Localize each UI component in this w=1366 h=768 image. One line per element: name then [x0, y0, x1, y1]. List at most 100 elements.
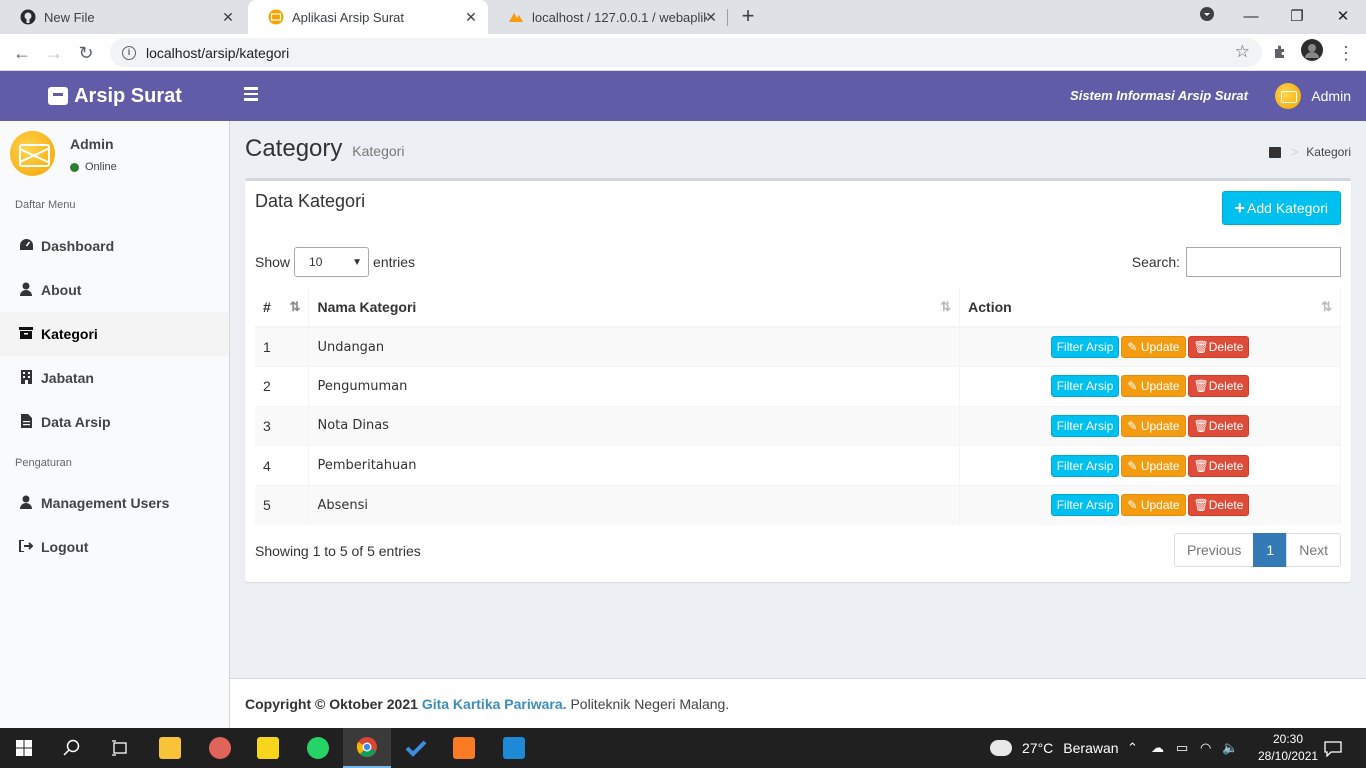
volume-icon[interactable]: 🔈	[1222, 728, 1238, 768]
delete-button[interactable]: 🗑Delete	[1187, 375, 1250, 398]
new-tab-button[interactable]: +	[737, 5, 759, 27]
page-length-select[interactable]: 10 ▼	[294, 247, 370, 277]
online-dot-icon	[70, 162, 79, 172]
content-header: Category Kategori	[245, 135, 404, 163]
sidebar-item-kategori[interactable]: Kategori	[0, 312, 229, 356]
archive-icon	[18, 326, 34, 342]
sidebar-toggle-icon[interactable]	[244, 87, 258, 105]
search-icon[interactable]	[48, 728, 96, 768]
delete-button[interactable]: 🗑Delete	[1187, 336, 1250, 359]
page-subtitle: Kategori	[352, 143, 405, 159]
user-panel: Admin Online	[10, 131, 220, 181]
column-header-name[interactable]: Nama Kategori ⇅	[308, 287, 961, 328]
url-field[interactable]: i localhost/arsip/kategori ☆	[110, 38, 1262, 67]
profile-avatar[interactable]	[1298, 39, 1326, 67]
table-row: 5 Absensi Filter Arsip ✎ Update 🗑Delete	[255, 484, 1341, 525]
onedrive-icon[interactable]: ☁	[1151, 728, 1164, 768]
forward-icon[interactable]: →	[40, 39, 68, 67]
chrome-icon[interactable]	[343, 728, 391, 768]
close-tab-icon[interactable]: ✕	[702, 8, 720, 26]
sidebar-item-logout[interactable]: Logout	[0, 525, 229, 569]
filter-arsip-button[interactable]: Filter Arsip	[1050, 375, 1120, 398]
browser-tab-new-file[interactable]: New File ✕	[0, 0, 245, 34]
sticky-notes-icon[interactable]	[244, 728, 292, 768]
battery-icon[interactable]: ▭	[1176, 728, 1188, 768]
filter-arsip-button[interactable]: Filter Arsip	[1050, 454, 1120, 477]
profile-dropdown-icon[interactable]	[1184, 4, 1230, 30]
archive-icon[interactable]	[1269, 146, 1282, 158]
filter-arsip-button[interactable]: Filter Arsip	[1050, 336, 1120, 359]
pencil-icon: ✎	[1127, 340, 1138, 355]
task-view-icon[interactable]	[96, 728, 144, 768]
pencil-icon: ✎	[1127, 458, 1138, 473]
todo-icon[interactable]	[392, 728, 440, 768]
file-explorer-icon[interactable]	[146, 728, 194, 768]
page-1-button[interactable]: 1	[1253, 533, 1288, 567]
table-row: 3 Nota Dinas Filter Arsip ✎ Update 🗑Delete	[255, 405, 1341, 446]
delete-button[interactable]: 🗑Delete	[1187, 454, 1250, 477]
minimize-icon[interactable]: —	[1228, 4, 1274, 30]
sidebar-item-about[interactable]: About	[0, 268, 229, 312]
filter-arsip-button[interactable]: Filter Arsip	[1050, 494, 1120, 517]
weather-widget[interactable]: 27°C Berawan	[986, 728, 1119, 768]
sidebar-item-management-users[interactable]: Management Users	[0, 481, 229, 525]
column-header-number[interactable]: # ⇅	[255, 287, 310, 328]
update-button[interactable]: ✎ Update	[1121, 375, 1186, 398]
add-kategori-button[interactable]: + Add Kategori	[1221, 191, 1341, 225]
whatsapp-icon[interactable]	[294, 728, 342, 768]
extensions-icon[interactable]	[1266, 39, 1294, 67]
avatar	[10, 131, 55, 176]
close-window-icon[interactable]: ✕	[1320, 4, 1366, 30]
author-link[interactable]: Gita Kartika Pariwara.	[422, 696, 567, 712]
filter-arsip-button[interactable]: Filter Arsip	[1050, 414, 1120, 437]
delete-button[interactable]: 🗑Delete	[1187, 494, 1250, 517]
delete-button[interactable]: 🗑Delete	[1187, 414, 1250, 437]
close-tab-icon[interactable]: ✕	[219, 8, 237, 26]
app-logo[interactable]: Arsip Surat	[0, 71, 230, 121]
avatar	[1275, 83, 1302, 109]
site-info-icon[interactable]: i	[122, 45, 136, 60]
chevron-up-icon[interactable]: ⌃	[1127, 728, 1138, 768]
breadcrumb: > Kategori	[1269, 145, 1351, 159]
paint-icon[interactable]	[196, 728, 244, 768]
bookmark-star-icon[interactable]: ☆	[1235, 42, 1250, 62]
column-header-action[interactable]: Action ⇅	[959, 287, 1341, 328]
user-icon	[18, 282, 34, 299]
wifi-icon[interactable]: ◠	[1200, 728, 1211, 768]
update-button[interactable]: ✎ Update	[1121, 336, 1186, 359]
sidebar-user-name: Admin	[70, 136, 114, 152]
update-button[interactable]: ✎ Update	[1121, 414, 1186, 437]
sidebar-item-jabatan[interactable]: Jabatan	[0, 356, 229, 400]
back-icon[interactable]: ←	[8, 39, 36, 67]
update-button[interactable]: ✎ Update	[1121, 494, 1186, 517]
table-row: 2 Pengumuman Filter Arsip ✎ Update 🗑Delete	[255, 366, 1341, 407]
cloudy-icon	[986, 734, 1012, 756]
update-button[interactable]: ✎ Update	[1121, 454, 1186, 477]
next-page-button[interactable]: Next	[1286, 533, 1341, 567]
table-row: 4 Pemberitahuan Filter Arsip ✎ Update 🗑Del…	[255, 445, 1341, 486]
vscode-icon[interactable]	[490, 728, 538, 768]
menu-dots-icon[interactable]: ⋮	[1332, 39, 1360, 67]
xampp-icon[interactable]	[440, 728, 488, 768]
sidebar-item-data-arsip[interactable]: Data Arsip	[0, 400, 229, 444]
search-input[interactable]	[1186, 247, 1341, 277]
browser-tab-arsip[interactable]: Aplikasi Arsip Surat ✕	[248, 0, 488, 34]
file-icon	[18, 413, 34, 431]
trash-icon: 🗑	[1193, 498, 1209, 513]
reload-icon[interactable]: ↻	[72, 39, 100, 67]
clock[interactable]: 20:30 28/10/2021	[1258, 731, 1318, 765]
restore-icon[interactable]: ❐	[1274, 4, 1320, 30]
pencil-icon: ✎	[1127, 498, 1138, 513]
app-header: Arsip Surat Sistem Informasi Arsip Surat…	[0, 71, 1366, 121]
previous-page-button[interactable]: Previous	[1173, 533, 1255, 567]
windows-start-icon[interactable]	[0, 728, 48, 768]
notification-icon[interactable]	[1324, 728, 1342, 768]
close-tab-icon[interactable]: ✕	[462, 8, 480, 26]
sidebar-item-dashboard[interactable]: Dashboard	[0, 224, 229, 268]
user-menu[interactable]: Admin	[1275, 83, 1351, 109]
mail-logo-icon	[268, 9, 284, 25]
footer: Copyright © Oktober 2021 Gita Kartika Pa…	[230, 678, 1366, 728]
trash-icon: 🗑	[1193, 418, 1209, 433]
browser-tab-phpmyadmin[interactable]: localhost / 127.0.0.1 / webaplikas ✕	[488, 0, 728, 34]
menu-header-daftar: Daftar Menu	[15, 199, 76, 211]
